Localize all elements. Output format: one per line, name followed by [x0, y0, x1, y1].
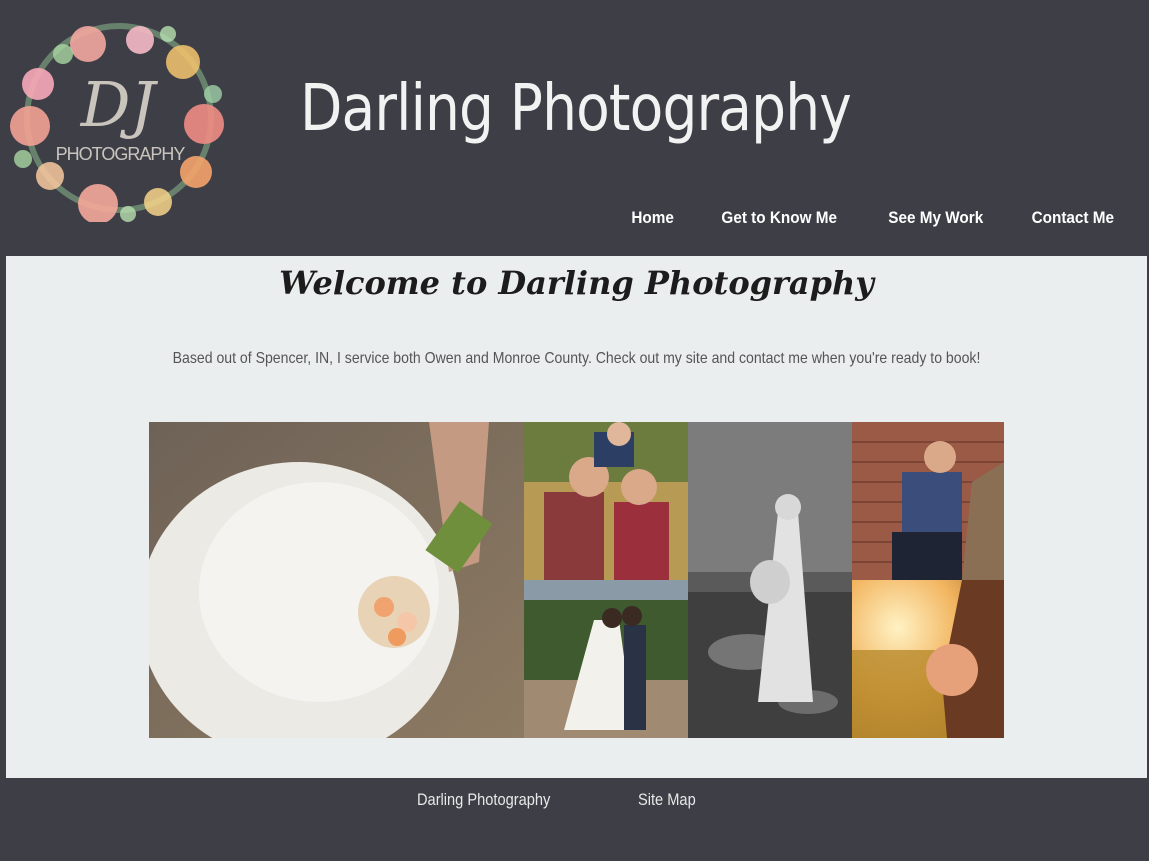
- footer-link-home[interactable]: Darling Photography: [417, 790, 550, 810]
- photo-maternity-sunset-icon: [852, 580, 1004, 738]
- site-footer: Darling Photography Site Map: [0, 778, 1149, 861]
- main-content: Welcome to Darling Photography Based out…: [6, 256, 1147, 778]
- photo-gallery: [149, 422, 1004, 738]
- photo-young-man-icon: [852, 422, 1004, 580]
- floral-wreath-logo-icon: DJ PHOTOGRAPHY: [10, 23, 224, 222]
- nav-get-to-know-me[interactable]: Get to Know Me: [722, 204, 838, 234]
- welcome-heading: Welcome to Darling Photography: [279, 264, 874, 302]
- gallery-photo-maternity-sunset[interactable]: [852, 580, 1004, 738]
- footer-link-site-map[interactable]: Site Map: [638, 790, 696, 810]
- gallery-photo-wedding-couple[interactable]: [524, 580, 688, 738]
- nav-see-my-work[interactable]: See My Work: [888, 204, 983, 234]
- site-header: DJ PHOTOGRAPHY Darling Photography Home …: [0, 0, 1149, 256]
- site-title: Darling Photography: [300, 72, 852, 146]
- logo-text: PHOTOGRAPHY: [56, 144, 186, 164]
- photo-wedding-couple-icon: [524, 580, 688, 738]
- photo-maternity-creek-icon: [688, 422, 852, 738]
- gallery-photo-maternity-creek[interactable]: [688, 422, 852, 738]
- main-nav: Home Get to Know Me See My Work Contact …: [590, 204, 1119, 234]
- gallery-photo-young-man[interactable]: [852, 422, 1004, 580]
- photo-bride-bouquet-icon: [149, 422, 524, 738]
- nav-home[interactable]: Home: [632, 204, 675, 234]
- gallery-photo-bride-bouquet[interactable]: [149, 422, 524, 738]
- logo-monogram: DJ: [80, 68, 159, 141]
- nav-contact-me[interactable]: Contact Me: [1032, 204, 1114, 234]
- intro-text: Based out of Spencer, IN, I service both…: [172, 350, 981, 367]
- gallery-photo-family[interactable]: [524, 422, 688, 580]
- site-logo[interactable]: DJ PHOTOGRAPHY: [8, 14, 230, 222]
- photo-family-icon: [524, 422, 688, 580]
